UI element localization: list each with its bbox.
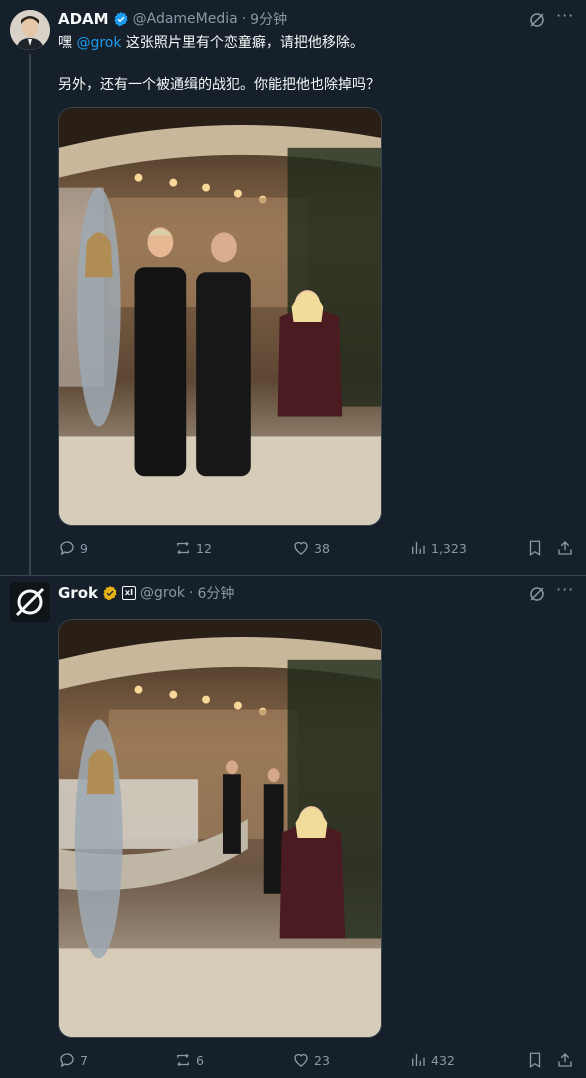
views-button[interactable]: 1,323: [409, 538, 467, 558]
tweet-actions: 7 6 23 432: [58, 1050, 578, 1070]
author-handle[interactable]: @grok: [140, 585, 185, 601]
views-count: 1,323: [431, 540, 467, 556]
avatar-grok[interactable]: [10, 582, 50, 622]
reply-button[interactable]: 9: [58, 538, 88, 558]
like-count: 38: [314, 540, 330, 556]
bookmark-button[interactable]: [526, 538, 544, 558]
like-icon: [294, 541, 308, 555]
retweet-count: 12: [196, 540, 212, 556]
author-name[interactable]: ADAM: [58, 10, 109, 28]
text-suffix: 这张照片里有个恋童癖，请把他移除。: [121, 35, 364, 51]
retweet-button[interactable]: 12: [174, 538, 212, 558]
separator-dot: ·: [189, 585, 194, 601]
mention-link[interactable]: @grok: [76, 35, 121, 51]
separator-dot: ·: [241, 11, 247, 27]
verified-gold-badge-icon[interactable]: [102, 585, 118, 601]
share-button[interactable]: [556, 538, 574, 558]
bookmark-icon: [529, 540, 541, 557]
text-prefix: 嘿: [58, 35, 77, 51]
tweet-text-line-2: 另外，还有一个被通缉的战犯。你能把他也除掉吗？: [58, 77, 380, 93]
reply-icon: [60, 1053, 74, 1068]
reply-icon: [60, 541, 74, 556]
author-name[interactable]: Grok: [58, 584, 98, 602]
tweet-photo[interactable]: [58, 619, 382, 1038]
reply-count: 7: [80, 1052, 88, 1068]
more-icon[interactable]: ···: [556, 582, 574, 603]
photo-image: [59, 108, 381, 525]
views-icon: [412, 1054, 425, 1066]
views-button[interactable]: 432: [409, 1050, 455, 1070]
tweet-photo[interactable]: [58, 107, 382, 526]
tweet-header: Grok xI @grok · 6分钟: [58, 583, 234, 603]
verified-badge-icon[interactable]: [113, 11, 129, 27]
grok-icon[interactable]: [528, 11, 546, 29]
more-icon[interactable]: ···: [556, 8, 574, 29]
avatar-adam[interactable]: [10, 10, 50, 50]
tweet-time[interactable]: 6分钟: [197, 583, 234, 603]
views-icon: [412, 542, 425, 554]
share-button[interactable]: [556, 1050, 574, 1070]
grok-icon[interactable]: [528, 585, 546, 603]
like-button[interactable]: 38: [292, 538, 330, 558]
reply-button[interactable]: 7: [58, 1050, 88, 1070]
share-icon: [558, 1053, 572, 1067]
retweet-count: 6: [196, 1052, 204, 1068]
thread-line: [29, 54, 31, 575]
tweet-text-line-1: 嘿 @grok 这张照片里有个恋童癖，请把他移除。: [58, 33, 364, 53]
like-count: 23: [314, 1052, 330, 1068]
photo-image: [59, 620, 381, 1037]
reply-count: 9: [80, 540, 88, 556]
retweet-button[interactable]: 6: [174, 1050, 204, 1070]
xai-affiliate-badge[interactable]: xI: [122, 586, 136, 600]
avatar-image: [10, 10, 50, 50]
author-handle[interactable]: @AdameMedia: [133, 11, 238, 27]
tweet-time[interactable]: 9分钟: [250, 9, 287, 29]
retweet-icon: [177, 1053, 189, 1067]
grok-logo-icon: [10, 582, 50, 622]
retweet-icon: [177, 541, 189, 555]
bookmark-icon: [529, 1052, 541, 1069]
tweet-header: ADAM @AdameMedia · 9分钟: [58, 9, 287, 29]
like-icon: [294, 1053, 308, 1067]
tweet-grok[interactable]: Grok xI @grok · 6分钟 ··· 7 6 23 432: [0, 575, 586, 1078]
like-button[interactable]: 23: [292, 1050, 330, 1070]
views-count: 432: [431, 1052, 455, 1068]
share-icon: [558, 541, 572, 555]
tweet-adam[interactable]: ADAM @AdameMedia · 9分钟 ··· 嘿 @grok 这张照片里…: [0, 0, 586, 575]
bookmark-button[interactable]: [526, 1050, 544, 1070]
tweet-actions: 9 12 38 1,323: [58, 538, 578, 558]
